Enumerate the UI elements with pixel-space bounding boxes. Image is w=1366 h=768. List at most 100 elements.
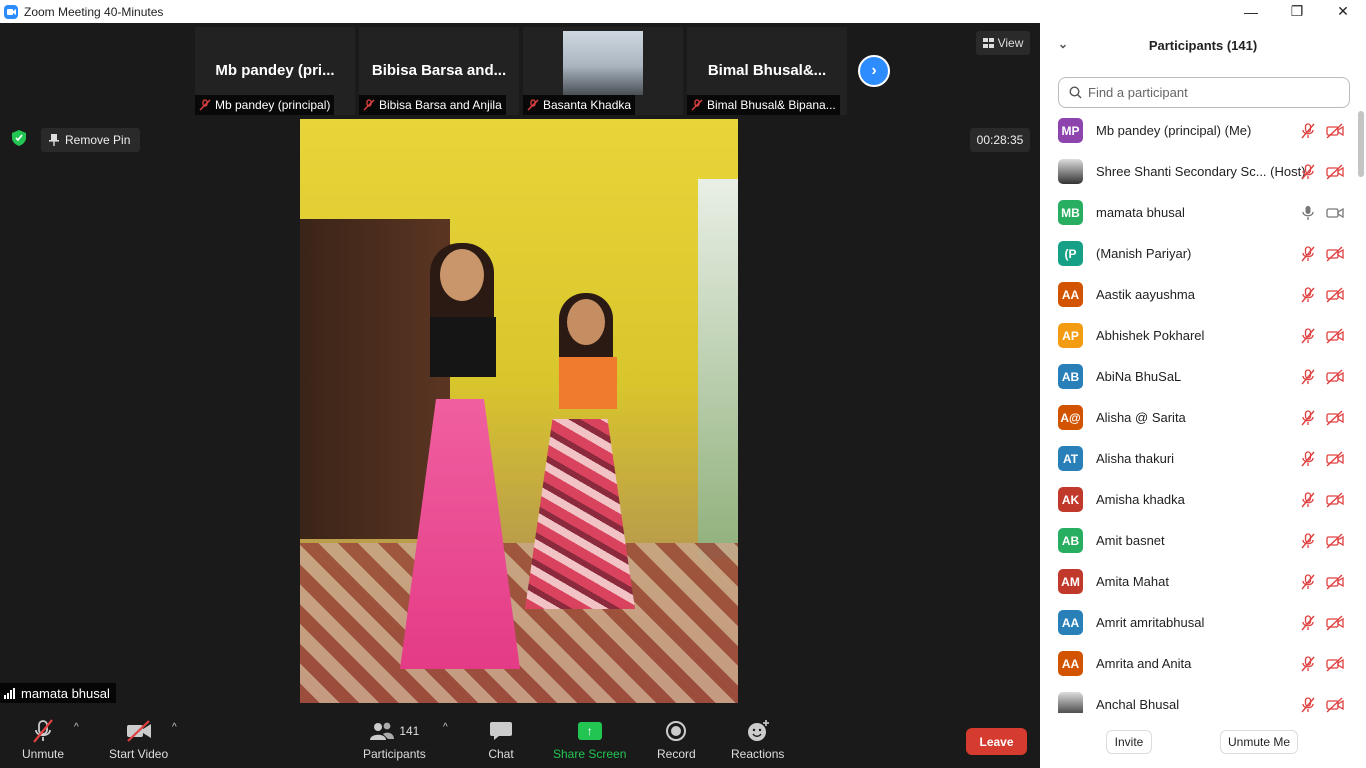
reactions-button[interactable]: Reactions xyxy=(731,718,784,761)
participants-panel: ⌄ Participants (141) MP Mb pandey (princi… xyxy=(1040,23,1366,768)
video-tile[interactable]: Basanta Khadka xyxy=(523,27,683,115)
meeting-toolbar: Unmute ^ Start Video ^ 141 Participants … xyxy=(0,712,1040,768)
view-button[interactable]: View xyxy=(976,31,1030,55)
participant-name: Amisha khadka xyxy=(1096,492,1185,507)
chat-label: Chat xyxy=(488,747,514,761)
grid-icon xyxy=(982,38,994,48)
share-screen-label: Share Screen xyxy=(553,747,627,761)
active-speaker-name: mamata bhusal xyxy=(21,685,110,701)
record-button[interactable]: Record xyxy=(657,718,696,761)
participants-label: Participants xyxy=(363,747,426,761)
scrollbar-thumb[interactable] xyxy=(1358,111,1364,177)
muted-mic-icon xyxy=(363,99,375,111)
participant-avatar: MP xyxy=(1058,118,1083,143)
participant-row[interactable]: AA Amrita and Anita xyxy=(1040,643,1366,684)
participant-photo xyxy=(563,31,643,95)
maximize-button[interactable]: ❐ xyxy=(1274,0,1320,23)
participant-status-icons xyxy=(1300,287,1344,303)
leave-button[interactable]: Leave xyxy=(966,728,1027,755)
participant-status-icons xyxy=(1300,451,1344,467)
participant-list-scrollbar[interactable] xyxy=(1358,111,1364,714)
participant-status-icons xyxy=(1300,369,1344,385)
video-tile[interactable]: Bibisa Barsa and... Bibisa Barsa and Anj… xyxy=(359,27,519,115)
participant-row[interactable]: (P (Manish Pariyar) xyxy=(1040,233,1366,274)
video-off-icon xyxy=(1326,164,1344,180)
participant-list: MP Mb pandey (principal) (Me) Shree Shanti… xyxy=(1040,110,1366,713)
video-off-icon xyxy=(1326,533,1344,549)
audio-options-caret[interactable]: ^ xyxy=(74,722,79,733)
participant-row[interactable]: AP Abhishek Pokharel xyxy=(1040,315,1366,356)
tile-label-text: Mb pandey (principal) xyxy=(215,98,331,112)
participant-row[interactable]: AA Aastik aayushma xyxy=(1040,274,1366,315)
participants-count: 141 xyxy=(399,724,420,738)
video-off-icon xyxy=(126,720,151,742)
video-scene-dancer xyxy=(400,243,520,669)
video-icon xyxy=(1326,207,1344,219)
search-input[interactable] xyxy=(1088,85,1338,100)
participant-row[interactable]: Anchal Bhusal xyxy=(1040,684,1366,713)
video-off-icon xyxy=(1326,410,1344,426)
next-page-arrow[interactable]: › xyxy=(858,55,890,87)
unmute-me-button[interactable]: Unmute Me xyxy=(1220,730,1298,754)
participant-avatar: AK xyxy=(1058,487,1083,512)
participant-name: Amrit amritabhusal xyxy=(1096,615,1205,630)
muted-mic-icon xyxy=(1301,615,1315,631)
participant-status-icons xyxy=(1300,328,1344,344)
video-tile[interactable]: Mb pandey (pri... Mb pandey (principal) xyxy=(195,27,355,115)
muted-mic-icon xyxy=(199,99,211,111)
participant-name: Abhishek Pokharel xyxy=(1096,328,1205,343)
chat-button[interactable]: Chat xyxy=(486,718,516,761)
participant-row[interactable]: MB mamata bhusal xyxy=(1040,192,1366,233)
record-icon xyxy=(666,721,687,741)
participant-row[interactable]: Shree Shanti Secondary Sc... (Host) xyxy=(1040,151,1366,192)
participant-row[interactable]: AM Amita Mahat xyxy=(1040,561,1366,602)
collapse-chevron-icon[interactable]: ⌄ xyxy=(1058,37,1068,51)
video-off-icon xyxy=(1326,369,1344,385)
participant-row[interactable]: AB Amit basnet xyxy=(1040,520,1366,561)
participant-row[interactable]: AB AbiNa BhuSaL xyxy=(1040,356,1366,397)
video-tile[interactable]: Bimal Bhusal&... Bimal Bhusal& Bipana... xyxy=(687,27,847,115)
participant-status-icons xyxy=(1300,246,1344,262)
participants-button[interactable]: 141 Participants xyxy=(363,718,426,761)
video-options-caret[interactable]: ^ xyxy=(172,722,177,733)
participant-avatar: AT xyxy=(1058,446,1083,471)
video-scene-dancer xyxy=(525,293,635,609)
tile-label-text: Bibisa Barsa and Anjila xyxy=(379,98,502,112)
participant-row[interactable]: AT Alisha thakuri xyxy=(1040,438,1366,479)
security-shield-icon[interactable] xyxy=(10,129,28,147)
unmute-button[interactable]: Unmute xyxy=(22,718,64,761)
participant-row[interactable]: AA Amrit amritabhusal xyxy=(1040,602,1366,643)
video-off-icon xyxy=(1326,574,1344,590)
muted-mic-icon xyxy=(1301,492,1315,508)
pinned-video[interactable] xyxy=(300,119,738,703)
participant-search[interactable] xyxy=(1058,77,1350,108)
zoom-app-icon xyxy=(4,4,18,19)
tile-big-name: Mb pandey (pri... xyxy=(215,62,335,79)
share-screen-button[interactable]: ↑ Share Screen xyxy=(553,718,626,761)
participant-status-icons xyxy=(1300,123,1344,139)
participant-name: Amrita and Anita xyxy=(1096,656,1192,671)
participants-options-caret[interactable]: ^ xyxy=(443,722,448,733)
invite-button[interactable]: Invite xyxy=(1106,730,1152,754)
participant-status-icons xyxy=(1300,697,1344,713)
participant-row[interactable]: A@ Alisha @ Sarita xyxy=(1040,397,1366,438)
start-video-button[interactable]: Start Video xyxy=(109,718,168,761)
muted-mic-icon xyxy=(1301,656,1315,672)
minimize-button[interactable]: — xyxy=(1228,0,1274,23)
window-title: Zoom Meeting 40-Minutes xyxy=(24,4,164,19)
participant-row[interactable]: MP Mb pandey (principal) (Me) xyxy=(1040,110,1366,151)
meeting-stage: Mb pandey (pri... Mb pandey (principal) … xyxy=(0,23,1040,712)
close-button[interactable]: ✕ xyxy=(1320,0,1366,23)
participant-row[interactable]: AK Amisha khadka xyxy=(1040,479,1366,520)
participant-status-icons xyxy=(1300,656,1344,672)
panel-title: Participants (141) xyxy=(1148,38,1258,53)
participant-status-icons xyxy=(1300,205,1344,221)
participant-name: Anchal Bhusal xyxy=(1096,697,1180,712)
muted-mic-icon xyxy=(1301,410,1315,426)
video-off-icon xyxy=(1326,123,1344,139)
video-off-icon xyxy=(1326,492,1344,508)
participant-name: Amita Mahat xyxy=(1096,574,1169,589)
video-scene-window xyxy=(698,179,738,559)
participant-avatar: AA xyxy=(1058,282,1083,307)
remove-pin-button[interactable]: Remove Pin xyxy=(41,128,141,152)
